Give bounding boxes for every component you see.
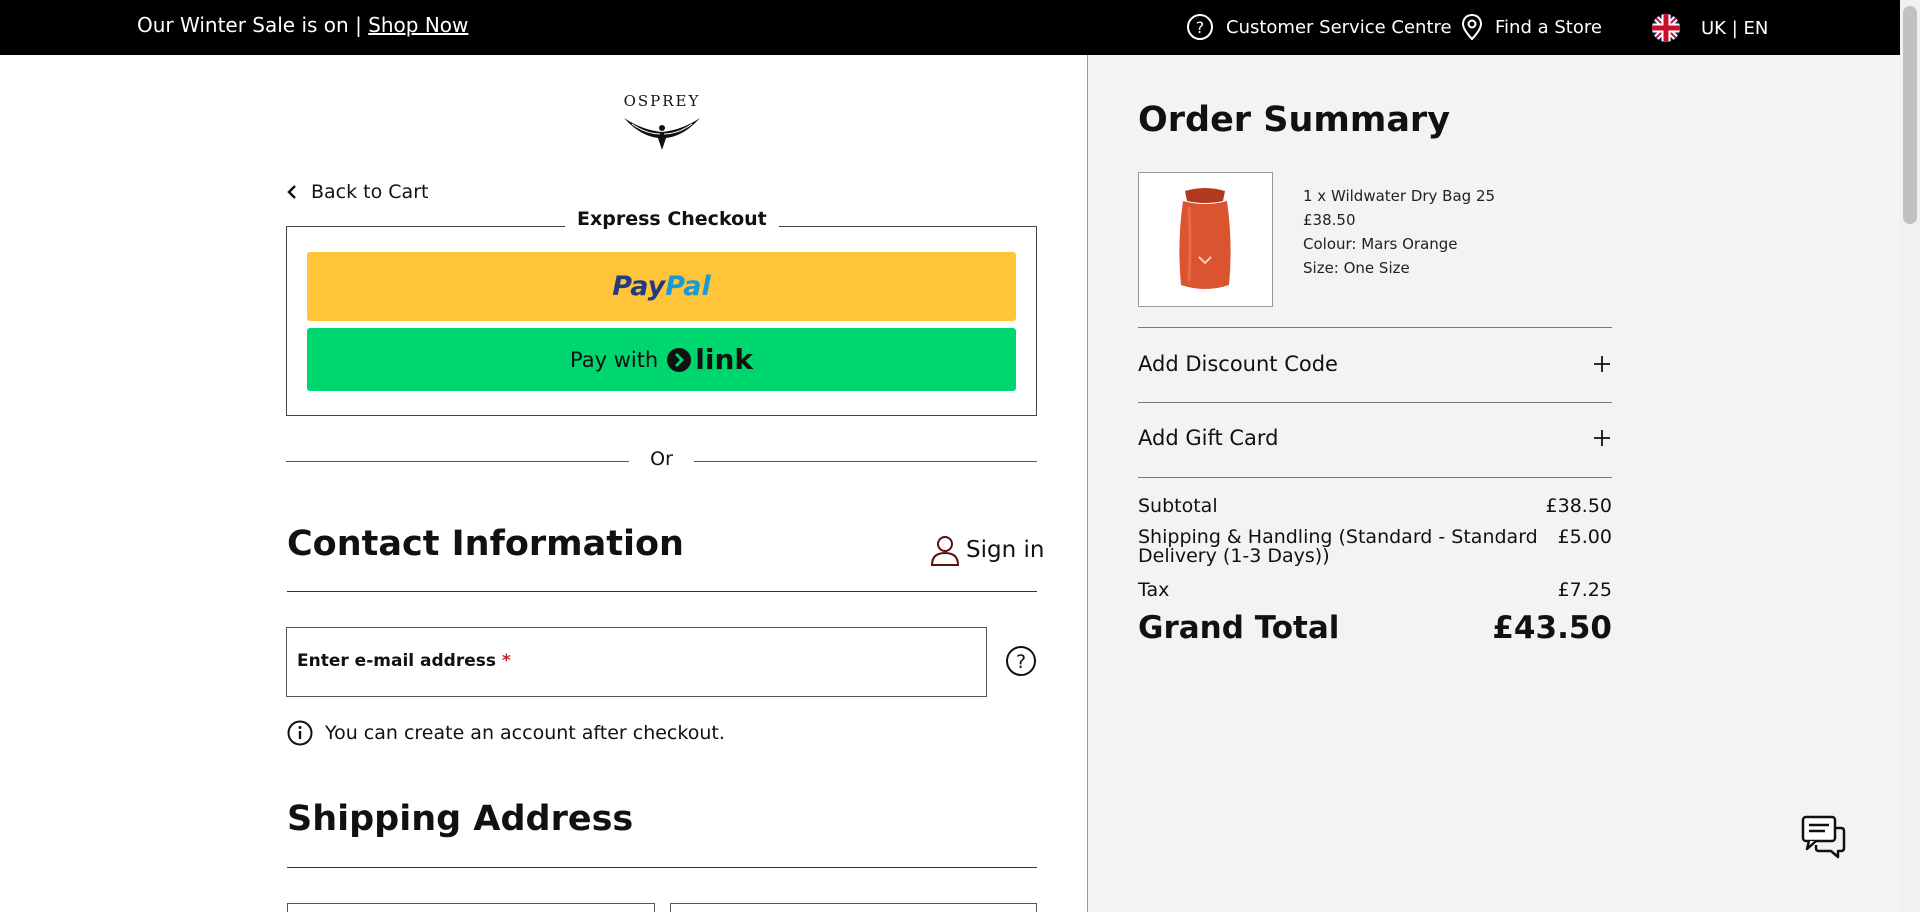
subtotal-value: £38.50 bbox=[1545, 495, 1612, 517]
order-summary-title: Order Summary bbox=[1138, 100, 1451, 140]
plus-icon bbox=[1594, 430, 1610, 446]
summary-divider-2 bbox=[1138, 402, 1612, 403]
paypal-wordmark-pay: Pay bbox=[612, 271, 666, 302]
sign-in-link[interactable]: Sign in bbox=[930, 534, 1044, 566]
promo-text: Our Winter Sale is on | bbox=[137, 13, 362, 37]
product-thumbnail[interactable] bbox=[1138, 172, 1273, 307]
gift-card-label: Add Gift Card bbox=[1138, 426, 1279, 450]
account-note-text: You can create an account after checkout… bbox=[325, 722, 725, 744]
grand-total-label: Grand Total bbox=[1138, 610, 1340, 646]
discount-code-toggle[interactable]: Add Discount Code bbox=[1138, 348, 1612, 380]
grand-total-value: £43.50 bbox=[1492, 610, 1612, 646]
order-totals: Subtotal £38.50 Shipping & Handling (Sta… bbox=[1138, 497, 1612, 647]
contact-divider bbox=[287, 591, 1037, 592]
chat-widget-button[interactable] bbox=[1800, 814, 1848, 864]
product-colour: Colour: Mars Orange bbox=[1303, 235, 1458, 253]
shipping-label: Shipping & Handling (Standard - Standard… bbox=[1138, 526, 1538, 567]
grand-total-row: Grand Total £43.50 bbox=[1138, 610, 1612, 646]
back-to-cart-link[interactable]: Back to Cart bbox=[287, 181, 428, 203]
osprey-logo[interactable]: OSPREY bbox=[620, 88, 704, 158]
paypal-button[interactable]: Pay Pal bbox=[307, 252, 1016, 321]
user-icon bbox=[930, 536, 960, 566]
tax-label: Tax bbox=[1138, 579, 1170, 601]
first-name-field[interactable] bbox=[287, 903, 655, 912]
info-icon bbox=[287, 720, 313, 746]
help-icon: ? bbox=[1187, 14, 1213, 40]
question-circle-icon: ? bbox=[1006, 646, 1036, 676]
location-pin-icon bbox=[1461, 13, 1483, 41]
shipping-row: Shipping & Handling (Standard - Standard… bbox=[1138, 528, 1612, 566]
logo-wordmark: OSPREY bbox=[624, 92, 701, 110]
product-size: Size: One Size bbox=[1303, 259, 1410, 277]
summary-divider-1 bbox=[1138, 327, 1612, 328]
account-note: You can create an account after checkout… bbox=[287, 720, 725, 746]
osprey-bird-icon: OSPREY bbox=[624, 92, 701, 150]
top-bar: Our Winter Sale is on | Shop Now ? Custo… bbox=[0, 0, 1920, 55]
find-store-link[interactable]: Find a Store bbox=[1461, 13, 1602, 41]
email-field[interactable]: Enter e-mail address * bbox=[286, 627, 987, 697]
shipping-value: £5.00 bbox=[1557, 526, 1612, 548]
required-asterisk: * bbox=[501, 651, 511, 671]
link-arrow-icon bbox=[667, 347, 692, 372]
tax-value: £7.25 bbox=[1557, 579, 1612, 601]
customer-service-label: Customer Service Centre bbox=[1226, 16, 1452, 38]
product-price: £38.50 bbox=[1303, 211, 1356, 229]
last-name-field[interactable] bbox=[670, 903, 1037, 912]
discount-code-label: Add Discount Code bbox=[1138, 352, 1338, 376]
product-name: 1 x Wildwater Dry Bag 25 bbox=[1303, 187, 1496, 205]
promo-banner: Our Winter Sale is on | Shop Now bbox=[137, 13, 468, 37]
subtotal-label: Subtotal bbox=[1138, 495, 1218, 517]
or-line-right bbox=[694, 461, 1037, 462]
plus-icon bbox=[1594, 356, 1610, 372]
shop-now-link[interactable]: Shop Now bbox=[368, 13, 468, 37]
shipping-divider bbox=[287, 867, 1037, 868]
contact-info-title: Contact Information bbox=[287, 524, 684, 564]
gift-card-toggle[interactable]: Add Gift Card bbox=[1138, 422, 1612, 454]
subtotal-row: Subtotal £38.50 bbox=[1138, 497, 1612, 516]
email-label: Enter e-mail address * bbox=[297, 651, 511, 671]
dry-bag-image bbox=[1179, 188, 1231, 289]
or-divider: Or bbox=[286, 448, 1037, 472]
link-wordmark: link bbox=[695, 343, 753, 376]
shipping-address-title: Shipping Address bbox=[287, 799, 634, 839]
svg-text:?: ? bbox=[1196, 18, 1205, 37]
email-help-button[interactable]: ? bbox=[1005, 645, 1037, 681]
chevron-left-icon bbox=[287, 185, 296, 199]
chat-bubbles-icon bbox=[1801, 815, 1846, 859]
email-label-text: Enter e-mail address bbox=[297, 651, 496, 671]
or-text: Or bbox=[650, 448, 673, 470]
tax-row: Tax £7.25 bbox=[1138, 581, 1612, 600]
pay-with-link-button[interactable]: Pay with link bbox=[307, 328, 1016, 391]
product-details: 1 x Wildwater Dry Bag 25 £38.50 Colour: … bbox=[1303, 184, 1495, 280]
link-prefix: Pay with bbox=[570, 347, 659, 372]
customer-service-link[interactable]: ? Customer Service Centre bbox=[1186, 13, 1452, 41]
sign-in-label: Sign in bbox=[966, 537, 1045, 563]
paypal-wordmark-pal: Pal bbox=[665, 271, 711, 302]
find-store-label: Find a Store bbox=[1495, 16, 1602, 38]
uk-flag-icon bbox=[1652, 14, 1680, 42]
locale-label: UK | EN bbox=[1701, 17, 1769, 39]
express-checkout-title: Express Checkout bbox=[565, 208, 779, 230]
back-to-cart-label: Back to Cart bbox=[311, 181, 429, 203]
svg-text:?: ? bbox=[1016, 651, 1026, 673]
scrollbar-thumb[interactable] bbox=[1903, 6, 1917, 224]
locale-selector[interactable]: UK | EN bbox=[1651, 13, 1768, 43]
summary-divider-3 bbox=[1138, 477, 1612, 478]
